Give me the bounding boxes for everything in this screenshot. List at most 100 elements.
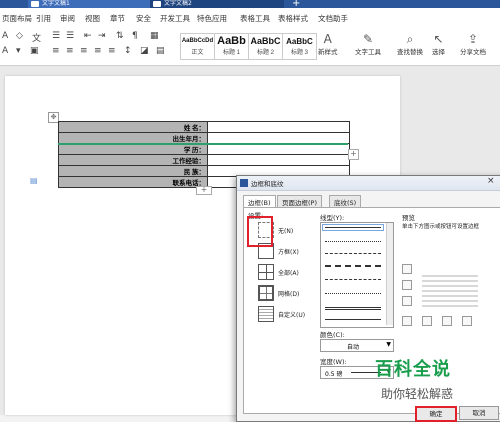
wrench-icon: ✎ <box>362 32 374 46</box>
menu-page-layout[interactable]: 页面布局 <box>2 13 32 24</box>
table-cell-value[interactable] <box>207 132 350 144</box>
line-style-dashed[interactable] <box>325 253 381 254</box>
preview-inside-vertical-button[interactable] <box>422 316 432 326</box>
justify-icon[interactable]: ≡ <box>94 46 102 56</box>
outdent-icon[interactable]: ⇤ <box>84 31 92 41</box>
table-cell-label[interactable]: 学 历： <box>58 143 208 155</box>
shading-icon[interactable]: ◪ <box>140 46 149 56</box>
add-row-button[interactable]: + <box>196 186 212 195</box>
chevron-down-icon: ▼ <box>386 341 391 348</box>
menu-features[interactable]: 特色应用 <box>197 13 227 24</box>
setting-grid[interactable]: 网格(D) <box>258 285 314 303</box>
dialog-titlebar: 边框和底纹 × <box>237 176 500 191</box>
table-cell-label[interactable]: 民 族： <box>58 165 208 177</box>
preview-bottom-border-button[interactable] <box>402 296 412 306</box>
align-right-icon[interactable]: ≡ <box>80 46 88 56</box>
menu-references[interactable]: 引用 <box>36 13 51 24</box>
line-style-list[interactable] <box>320 222 394 328</box>
borders-icon[interactable]: ▦ <box>150 31 159 41</box>
font-color-icon[interactable]: A <box>2 46 8 56</box>
menu-table-tools[interactable]: 表格工具 <box>240 13 270 24</box>
line-style-thin[interactable] <box>325 319 381 320</box>
style-heading-2[interactable]: AaBbC 标题 2 <box>248 33 283 60</box>
line-spacing-icon[interactable]: ↕ <box>124 46 132 56</box>
line-style-dotted[interactable] <box>325 241 381 242</box>
menu-section[interactable]: 章节 <box>110 13 125 24</box>
share-document-button[interactable]: ⇪ 分享文档 <box>460 32 486 56</box>
align-center-icon[interactable]: ≡ <box>66 46 74 56</box>
menu-view[interactable]: 视图 <box>85 13 100 24</box>
style-heading-1[interactable]: AaBb 标题 1 <box>214 33 249 60</box>
sort-icon[interactable]: ⇅ <box>116 31 124 41</box>
menu-developer[interactable]: 开发工具 <box>160 13 190 24</box>
style-heading-3[interactable]: AaBbC 标题 3 <box>282 33 317 60</box>
color-label: 颜色(C): <box>320 331 345 339</box>
preview-label: 预览 <box>402 214 415 222</box>
highlight-icon[interactable]: ▾ <box>16 46 21 56</box>
document-icon <box>31 1 39 7</box>
line-style-solid[interactable] <box>322 224 384 231</box>
text-tools-button[interactable]: ✎ 文字工具 <box>355 32 381 56</box>
table-row: 工作经验： <box>58 154 350 166</box>
show-marks-icon[interactable]: ¶ <box>132 31 138 41</box>
preview-top-border-button[interactable] <box>402 264 412 274</box>
tab-document-2[interactable]: 文字文稿2 <box>150 0 284 8</box>
indent-icon[interactable]: ⇥ <box>98 31 106 41</box>
app-icon <box>240 179 248 187</box>
preview-right-border-button[interactable] <box>442 316 452 326</box>
preview-hint: 单击下方图示或按钮可设置边框 <box>402 224 480 230</box>
new-style-button[interactable]: A 新样式 <box>318 32 338 56</box>
table-cell-label[interactable]: 出生年月： <box>58 132 208 144</box>
dialog-title: 边框和底纹 <box>251 180 284 188</box>
line-style-long-dash[interactable] <box>325 265 381 267</box>
preview-sample[interactable] <box>422 272 478 308</box>
align-left-icon[interactable]: ≡ <box>52 46 60 56</box>
table-cell-label[interactable]: 工作经验： <box>58 154 208 166</box>
table-cell-value[interactable] <box>207 121 350 133</box>
share-icon: ⇪ <box>467 32 479 46</box>
setting-custom[interactable]: 自定义(U) <box>258 306 314 324</box>
style-normal[interactable]: AaBbCcDd 正文 <box>180 33 215 60</box>
table-border-highlight <box>58 143 348 145</box>
watermark-title: 百科全说 <box>375 359 451 380</box>
font-size-icon[interactable]: A <box>2 31 8 41</box>
line-style-scrollbar[interactable] <box>386 223 393 325</box>
clear-format-icon[interactable]: ◇ <box>16 31 23 41</box>
line-style-dash-dot[interactable] <box>325 279 381 280</box>
numbering-icon[interactable]: ☰ <box>66 31 74 41</box>
menu-review[interactable]: 审阅 <box>60 13 75 24</box>
table-cell-value[interactable] <box>207 143 350 155</box>
table-borders-icon[interactable]: ▤ <box>156 46 165 56</box>
preview-left-border-button[interactable] <box>402 316 412 326</box>
watermark-logo: 百科全说 助你轻松解惑 <box>375 355 500 415</box>
color-select[interactable]: 自动 ▼ <box>320 339 394 352</box>
menu-doc-assistant[interactable]: 文档助手 <box>318 13 348 24</box>
line-style-label: 线型(Y): <box>320 214 345 222</box>
char-border-icon[interactable]: ▣ <box>30 46 39 56</box>
setting-all[interactable]: 全部(A) <box>258 264 314 282</box>
cursor-icon: ↖ <box>433 32 444 46</box>
watermark-subtitle: 助你轻松解惑 <box>381 387 454 401</box>
add-column-button[interactable]: + <box>348 149 359 160</box>
menu-security[interactable]: 安全 <box>136 13 151 24</box>
find-replace-button[interactable]: ⌕ 查找替换 <box>397 32 423 56</box>
bullets-icon[interactable]: ☰ <box>52 31 60 41</box>
paragraph-layout-icon[interactable]: ▤ <box>30 176 38 185</box>
preview-diagonal-button[interactable] <box>462 316 472 326</box>
table-cell-value[interactable] <box>207 154 350 166</box>
border-grid-icon <box>258 285 274 301</box>
table-row: 姓 名： <box>58 121 350 133</box>
preview-inside-horizontal-button[interactable] <box>402 280 412 290</box>
select-button[interactable]: ↖ 选择 <box>432 32 445 56</box>
close-icon[interactable]: × <box>487 176 495 186</box>
search-icon: ⌕ <box>406 32 414 46</box>
distribute-icon[interactable]: ≡ <box>108 46 116 56</box>
table-cell-label[interactable]: 姓 名： <box>58 121 208 133</box>
pinyin-icon[interactable]: 文 <box>32 31 41 44</box>
border-custom-icon <box>258 306 274 322</box>
tab-document-1[interactable]: 文字文稿1 <box>28 0 152 8</box>
line-style-dash-dot-dot[interactable] <box>325 293 381 294</box>
line-style-double[interactable] <box>325 307 381 310</box>
menu-table-style[interactable]: 表格样式 <box>278 13 308 24</box>
table-cell-label[interactable]: 联系电话： <box>58 176 208 188</box>
